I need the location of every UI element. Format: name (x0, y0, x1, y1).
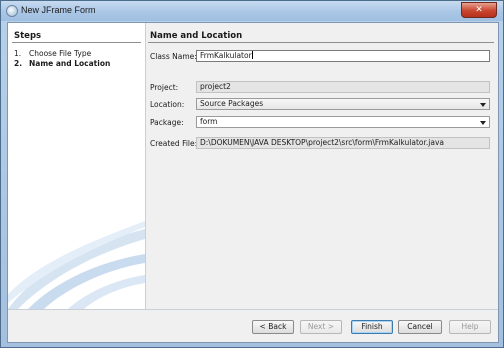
section-divider (148, 42, 494, 43)
steps-divider (12, 42, 141, 43)
back-button[interactable]: < Back (252, 320, 294, 334)
package-value: form (200, 117, 218, 126)
next-button[interactable]: Next > (300, 320, 342, 334)
decorative-swoosh-graphic (8, 221, 145, 309)
location-value: Source Packages (200, 99, 264, 108)
package-dropdown[interactable]: form (196, 116, 490, 128)
steps-panel: Steps 1. Choose File Type 2. Name and Loca… (8, 23, 146, 309)
text-cursor (251, 51, 253, 59)
cancel-button[interactable]: Cancel (398, 320, 442, 334)
created-file-field: D:\DOKUMEN\JAVA DESKTOP\project2\src\for… (196, 137, 490, 149)
location-dropdown[interactable]: Source Packages (196, 98, 490, 110)
dialog-window: New JFrame Form ✕ Steps 1. Choose File Ty… (0, 0, 504, 348)
project-field: project2 (196, 81, 490, 93)
step-number: 1. (14, 49, 22, 58)
step-number: 2. (14, 59, 23, 68)
step-label: Name and Location (29, 59, 111, 68)
window-title: New JFrame Form (21, 5, 96, 15)
location-label: Location: (150, 100, 185, 109)
chevron-down-icon (480, 121, 486, 125)
created-file-label: Created File: (150, 139, 198, 148)
chevron-down-icon (480, 103, 486, 107)
section-heading: Name and Location (150, 31, 243, 41)
close-button[interactable]: ✕ (461, 2, 497, 18)
project-label: Project: (150, 83, 179, 92)
help-button[interactable]: Help (449, 320, 491, 334)
class-name-label: Class Name: (150, 52, 197, 61)
app-icon (6, 5, 18, 17)
class-name-input[interactable]: FrmKalkulator (196, 50, 490, 62)
package-label: Package: (150, 118, 184, 127)
step-item-choose-file-type: 1. Choose File Type (14, 49, 91, 58)
title-bar[interactable]: New JFrame Form ✕ (1, 1, 503, 21)
finish-button[interactable]: Finish (351, 320, 393, 334)
footer-divider (8, 309, 498, 310)
dialog-content: Steps 1. Choose File Type 2. Name and Loca… (7, 22, 499, 343)
class-name-value: FrmKalkulator (200, 51, 252, 60)
step-item-name-and-location: 2. Name and Location (14, 59, 110, 68)
step-label: Choose File Type (29, 49, 92, 58)
steps-heading: Steps (14, 31, 42, 41)
